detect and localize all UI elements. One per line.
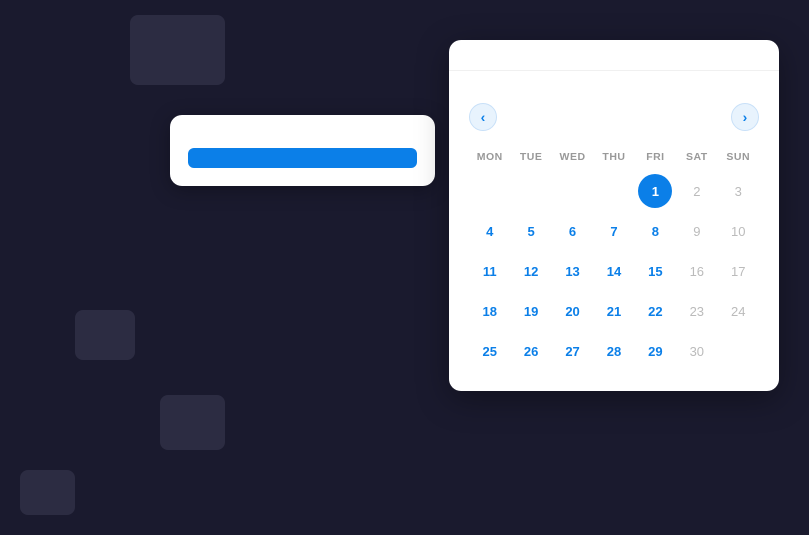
calendar-grid: MONTUEWEDTHUFRISATSUN 123456789101112131… — [469, 147, 759, 371]
calendar-day-cell: 16 — [676, 251, 717, 291]
day-12[interactable]: 12 — [514, 254, 548, 288]
calendar-day-cell: 11 — [469, 251, 510, 291]
calendar-day-cell: 19 — [510, 291, 551, 331]
day-30[interactable]: 30 — [680, 334, 714, 368]
calendar-day-cell: 30 — [676, 331, 717, 371]
calendar-day-cell: 12 — [510, 251, 551, 291]
deco-square-2 — [75, 310, 135, 360]
calendar-day-cell: 14 — [593, 251, 634, 291]
day-23[interactable]: 23 — [680, 294, 714, 328]
calendar-day-cell: 1 — [635, 171, 676, 211]
day-18[interactable]: 18 — [473, 294, 507, 328]
calendar-day-cell: 26 — [510, 331, 551, 371]
schedule-modal: ‹ › MONTUEWEDTHUFRISATSUN 12345678910111… — [449, 40, 779, 391]
day-29[interactable]: 29 — [638, 334, 672, 368]
day-19[interactable]: 19 — [514, 294, 548, 328]
day-1[interactable]: 1 — [638, 174, 672, 208]
calendar-day-cell: 8 — [635, 211, 676, 251]
weekday-label-mon: MON — [469, 147, 510, 171]
calendar-day-cell — [718, 331, 759, 371]
day-8[interactable]: 8 — [638, 214, 672, 248]
day-14[interactable]: 14 — [597, 254, 631, 288]
calendar-week-4: 252627282930 — [469, 331, 759, 371]
calendar-day-cell: 28 — [593, 331, 634, 371]
weekday-label-fri: FRI — [635, 147, 676, 171]
deco-square-3 — [160, 395, 225, 450]
calendar-day-cell — [593, 171, 634, 211]
calendar-day-cell: 6 — [552, 211, 593, 251]
weekday-label-tue: TUE — [510, 147, 551, 171]
deco-square-1 — [130, 15, 225, 85]
day-27[interactable]: 27 — [556, 334, 590, 368]
calendar-day-cell: 15 — [635, 251, 676, 291]
calendar-day-cell: 18 — [469, 291, 510, 331]
day-11[interactable]: 11 — [473, 254, 507, 288]
day-13[interactable]: 13 — [556, 254, 590, 288]
day-25[interactable]: 25 — [473, 334, 507, 368]
calendar-week-0: 123 — [469, 171, 759, 211]
calendar-day-cell: 3 — [718, 171, 759, 211]
day-3[interactable]: 3 — [721, 174, 755, 208]
day-17[interactable]: 17 — [721, 254, 755, 288]
day-22[interactable]: 22 — [638, 294, 672, 328]
calendar-day-cell: 27 — [552, 331, 593, 371]
calendar-week-3: 18192021222324 — [469, 291, 759, 331]
calendar-day-cell: 29 — [635, 331, 676, 371]
day-10[interactable]: 10 — [721, 214, 755, 248]
weekday-label-thu: THU — [593, 147, 634, 171]
calendar-day-cell: 21 — [593, 291, 634, 331]
calendar-day-cell: 4 — [469, 211, 510, 251]
calendar-day-cell: 22 — [635, 291, 676, 331]
calendar-day-cell — [510, 171, 551, 211]
calendar-day-cell: 10 — [718, 211, 759, 251]
calendar-weeks: 1234567891011121314151617181920212223242… — [469, 171, 759, 371]
calendar-day-cell — [552, 171, 593, 211]
weekday-label-sun: SUN — [718, 147, 759, 171]
calendar-day-cell: 24 — [718, 291, 759, 331]
modal-header — [449, 40, 779, 71]
weekday-header-row: MONTUEWEDTHUFRISATSUN — [469, 147, 759, 171]
calendar-day-cell: 17 — [718, 251, 759, 291]
calendar-day-cell — [469, 171, 510, 211]
calendar-day-cell: 25 — [469, 331, 510, 371]
day-16[interactable]: 16 — [680, 254, 714, 288]
day-28[interactable]: 28 — [597, 334, 631, 368]
calendar-day-cell: 23 — [676, 291, 717, 331]
day-20[interactable]: 20 — [556, 294, 590, 328]
day-26[interactable]: 26 — [514, 334, 548, 368]
month-nav: ‹ › — [469, 103, 759, 131]
day-4[interactable]: 4 — [473, 214, 507, 248]
prev-month-button[interactable]: ‹ — [469, 103, 497, 131]
calendar-day-cell: 2 — [676, 171, 717, 211]
calendar-day-cell: 7 — [593, 211, 634, 251]
weekday-label-sat: SAT — [676, 147, 717, 171]
calendar-day-cell: 13 — [552, 251, 593, 291]
calendar-day-cell: 9 — [676, 211, 717, 251]
day-24[interactable]: 24 — [721, 294, 755, 328]
day-9[interactable]: 9 — [680, 214, 714, 248]
day-7[interactable]: 7 — [597, 214, 631, 248]
day-15[interactable]: 15 — [638, 254, 672, 288]
calendar-day-cell: 20 — [552, 291, 593, 331]
calendar-week-1: 45678910 — [469, 211, 759, 251]
chat-card — [170, 115, 435, 186]
weekday-label-wed: WED — [552, 147, 593, 171]
schedule-meeting-button[interactable] — [188, 148, 417, 168]
day-2[interactable]: 2 — [680, 174, 714, 208]
next-month-button[interactable]: › — [731, 103, 759, 131]
day-6[interactable]: 6 — [556, 214, 590, 248]
calendar-day-cell: 5 — [510, 211, 551, 251]
day-21[interactable]: 21 — [597, 294, 631, 328]
calendar-week-2: 11121314151617 — [469, 251, 759, 291]
calendar-body: ‹ › MONTUEWEDTHUFRISATSUN 12345678910111… — [449, 71, 779, 391]
day-5[interactable]: 5 — [514, 214, 548, 248]
deco-square-4 — [20, 470, 75, 515]
